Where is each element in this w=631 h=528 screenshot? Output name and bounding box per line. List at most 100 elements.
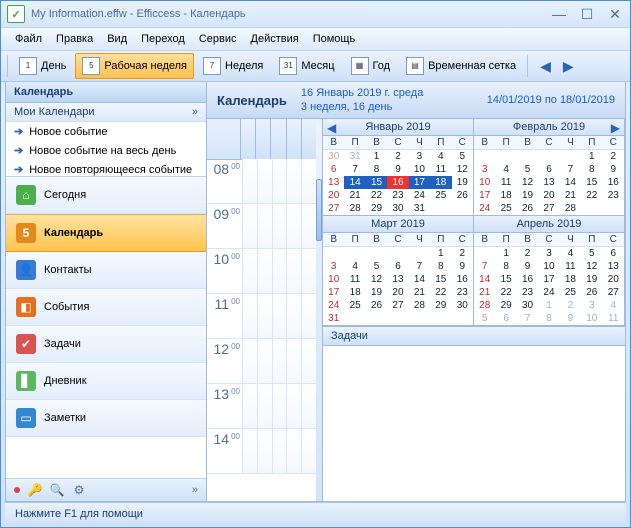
nav-item-Задачи[interactable]: ✔Задачи xyxy=(6,326,206,363)
day-cell[interactable]: 6 xyxy=(323,163,344,176)
day-cell[interactable] xyxy=(409,247,430,261)
day-cell[interactable]: 19 xyxy=(581,273,602,286)
day-cell[interactable]: 11 xyxy=(603,312,624,325)
day-cell[interactable]: 1 xyxy=(366,150,387,164)
tasks-body[interactable] xyxy=(323,346,625,386)
nav-item-Контакты[interactable]: 👤Контакты xyxy=(6,252,206,289)
day-cell[interactable]: 13 xyxy=(603,260,624,273)
schedule-grid[interactable]: 0800090010001100120013001400 xyxy=(207,119,323,501)
day-cell[interactable]: 9 xyxy=(517,260,538,273)
nav-item-Календарь[interactable]: 5Календарь xyxy=(6,214,206,252)
prev-month-button[interactable]: ◀ xyxy=(327,121,336,135)
hour-row[interactable]: 1000 xyxy=(207,249,322,294)
minimize-button[interactable]: — xyxy=(550,6,568,23)
day-cell[interactable] xyxy=(452,202,473,215)
allday-row[interactable] xyxy=(207,119,322,160)
hour-row[interactable]: 1300 xyxy=(207,384,322,429)
day-cell[interactable]: 19 xyxy=(452,176,473,189)
day-cell[interactable] xyxy=(603,202,624,215)
day-cell[interactable]: 11 xyxy=(560,260,581,273)
day-cell[interactable]: 23 xyxy=(517,286,538,299)
scrollbar[interactable] xyxy=(316,119,322,501)
day-cell[interactable]: 30 xyxy=(452,299,473,312)
day-cell[interactable]: 17 xyxy=(538,273,559,286)
day-cell[interactable]: 31 xyxy=(344,150,365,164)
day-cell[interactable]: 4 xyxy=(495,163,516,176)
day-cell[interactable]: 3 xyxy=(474,163,495,176)
day-cell[interactable]: 8 xyxy=(581,163,602,176)
day-cell[interactable]: 1 xyxy=(538,299,559,312)
day-cell[interactable]: 22 xyxy=(495,286,516,299)
day-cell[interactable]: 27 xyxy=(603,286,624,299)
view-year-button[interactable]: ▦Год xyxy=(344,53,398,79)
day-cell[interactable]: 14 xyxy=(344,176,365,189)
day-cell[interactable]: 9 xyxy=(452,260,473,273)
day-cell[interactable] xyxy=(387,312,408,325)
day-cell[interactable]: 10 xyxy=(323,273,344,286)
day-cell[interactable]: 25 xyxy=(560,286,581,299)
day-cell[interactable]: 6 xyxy=(495,312,516,325)
day-cell[interactable]: 23 xyxy=(387,189,408,202)
nav-next-button[interactable]: ▶ xyxy=(559,56,578,77)
day-cell[interactable]: 4 xyxy=(344,260,365,273)
day-cell[interactable]: 17 xyxy=(474,189,495,202)
search-icon[interactable]: 🔍 xyxy=(50,483,64,497)
day-cell[interactable]: 15 xyxy=(430,273,451,286)
day-cell[interactable]: 15 xyxy=(495,273,516,286)
day-cell[interactable] xyxy=(344,247,365,261)
day-cell[interactable]: 31 xyxy=(409,202,430,215)
day-cell[interactable]: 25 xyxy=(495,202,516,215)
day-cell[interactable]: 30 xyxy=(323,150,344,164)
day-cell[interactable]: 15 xyxy=(581,176,602,189)
day-cell[interactable]: 17 xyxy=(409,176,430,189)
day-cell[interactable]: 20 xyxy=(387,286,408,299)
hour-row[interactable]: 1200 xyxy=(207,339,322,384)
day-cell[interactable]: 9 xyxy=(603,163,624,176)
day-cell[interactable]: 14 xyxy=(409,273,430,286)
day-cell[interactable]: 10 xyxy=(409,163,430,176)
day-cell[interactable]: 13 xyxy=(538,176,559,189)
day-cell[interactable]: 12 xyxy=(581,260,602,273)
menu-goto[interactable]: Переход xyxy=(135,31,191,47)
day-cell[interactable]: 21 xyxy=(344,189,365,202)
day-cell[interactable]: 30 xyxy=(387,202,408,215)
menu-edit[interactable]: Правка xyxy=(50,31,99,47)
day-cell[interactable]: 28 xyxy=(560,202,581,215)
menu-view[interactable]: Вид xyxy=(101,31,133,47)
day-cell[interactable] xyxy=(430,202,451,215)
day-cell[interactable]: 25 xyxy=(430,189,451,202)
day-cell[interactable]: 3 xyxy=(538,247,559,261)
day-cell[interactable] xyxy=(366,247,387,261)
day-cell[interactable]: 21 xyxy=(409,286,430,299)
day-cell[interactable] xyxy=(344,312,365,325)
day-cell[interactable]: 1 xyxy=(495,247,516,261)
day-cell[interactable]: 16 xyxy=(452,273,473,286)
day-cell[interactable]: 27 xyxy=(538,202,559,215)
day-cell[interactable] xyxy=(538,150,559,164)
day-cell[interactable] xyxy=(366,312,387,325)
hour-row[interactable]: 0800 xyxy=(207,159,322,204)
day-cell[interactable]: 29 xyxy=(430,299,451,312)
day-cell[interactable]: 4 xyxy=(603,299,624,312)
day-cell[interactable] xyxy=(474,150,495,164)
day-cell[interactable]: 25 xyxy=(344,299,365,312)
tree-item[interactable]: ➔Новое событие xyxy=(6,122,206,141)
day-cell[interactable]: 14 xyxy=(560,176,581,189)
day-cell[interactable]: 20 xyxy=(538,189,559,202)
day-cell[interactable] xyxy=(452,312,473,325)
day-cell[interactable]: 22 xyxy=(430,286,451,299)
day-cell[interactable]: 26 xyxy=(517,202,538,215)
day-cell[interactable]: 26 xyxy=(452,189,473,202)
day-cell[interactable]: 24 xyxy=(474,202,495,215)
view-day-button[interactable]: 1День xyxy=(12,53,73,79)
day-cell[interactable]: 2 xyxy=(517,247,538,261)
day-cell[interactable]: 6 xyxy=(538,163,559,176)
day-cell[interactable] xyxy=(323,247,344,261)
view-month-button[interactable]: 31Месяц xyxy=(272,53,341,79)
day-cell[interactable]: 2 xyxy=(452,247,473,261)
day-cell[interactable]: 9 xyxy=(387,163,408,176)
day-cell[interactable]: 27 xyxy=(387,299,408,312)
day-cell[interactable]: 15 xyxy=(366,176,387,189)
day-cell[interactable]: 10 xyxy=(581,312,602,325)
day-cell[interactable]: 16 xyxy=(603,176,624,189)
